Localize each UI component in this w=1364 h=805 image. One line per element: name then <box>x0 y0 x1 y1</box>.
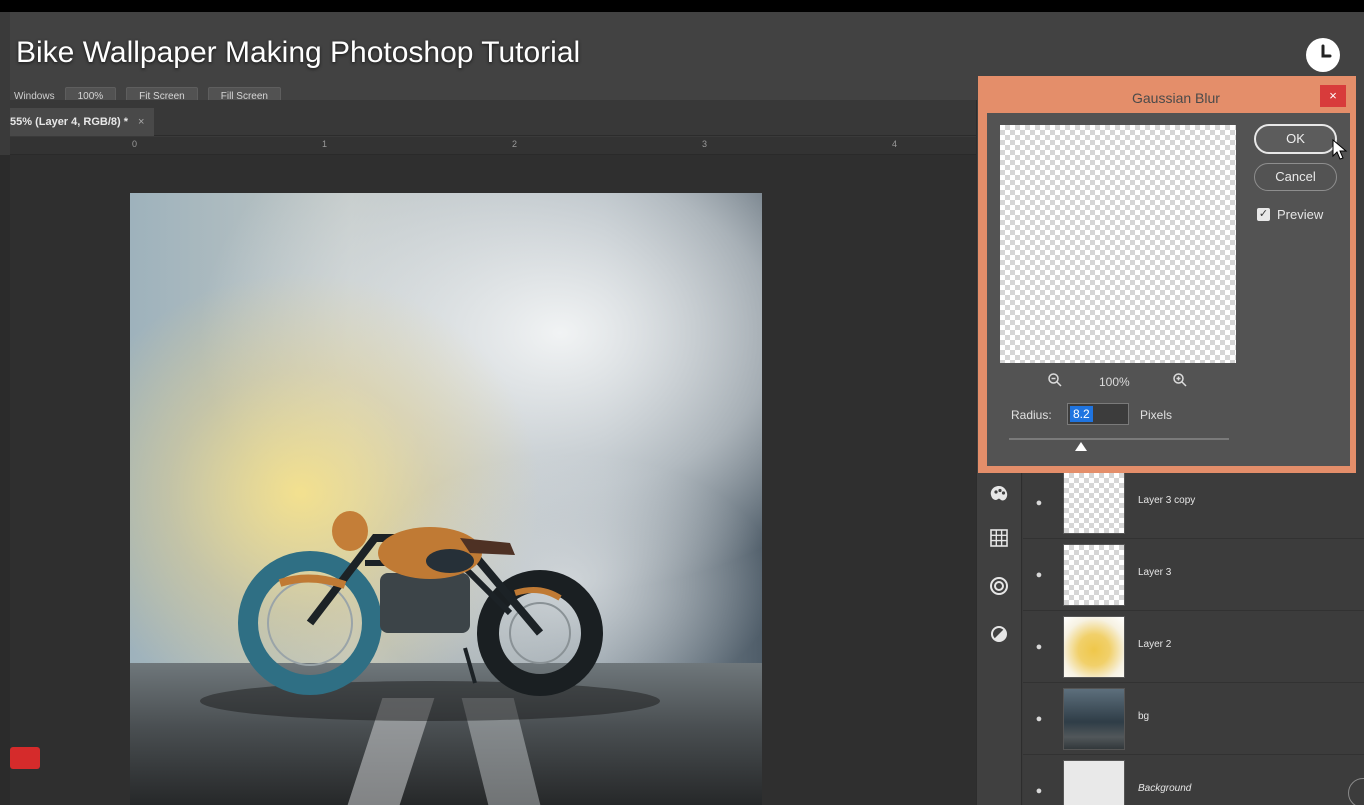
ruler-tick-0: 0 <box>132 139 138 149</box>
eye-icon[interactable]: ● <box>1031 495 1047 511</box>
gaussian-blur-dialog: Gaussian Blur × 100% Radius: 8.2 Pixels … <box>987 83 1350 466</box>
ok-button[interactable]: OK <box>1254 124 1337 154</box>
radius-units: Pixels <box>1140 408 1173 422</box>
blur-preview[interactable] <box>1000 125 1236 363</box>
vertical-ruler <box>0 155 10 805</box>
layer-name: bg <box>1138 711 1150 722</box>
radius-input[interactable]: 8.2 <box>1067 403 1129 425</box>
zoom-level: 100% <box>1099 375 1130 389</box>
close-icon[interactable]: × <box>1320 85 1346 107</box>
creative-cloud-icon[interactable] <box>987 574 1011 598</box>
radius-slider-track[interactable] <box>1009 438 1229 440</box>
radius-slider-thumb[interactable] <box>1075 442 1087 451</box>
palette-glyph <box>990 486 1008 501</box>
layer-row[interactable]: ● bg <box>1023 683 1364 755</box>
cursor-glyph <box>1332 138 1348 160</box>
cancel-button[interactable]: Cancel <box>1254 163 1337 191</box>
dialog-title: Gaussian Blur <box>1132 90 1220 106</box>
document-canvas[interactable] <box>130 193 762 805</box>
ruler-tick-1: 1 <box>322 139 328 149</box>
clock-glyph <box>1308 40 1338 70</box>
dialog-titlebar[interactable]: Gaussian Blur × <box>987 83 1350 113</box>
grid-glyph <box>990 529 1008 547</box>
dialog-body: 100% Radius: 8.2 Pixels OK Cancel ✓ Prev… <box>987 113 1350 466</box>
eye-icon[interactable]: ● <box>1031 711 1047 727</box>
ruler-tick-2: 2 <box>512 139 518 149</box>
zoom-in-icon[interactable] <box>1172 372 1188 391</box>
layer-thumbnail <box>1063 472 1125 534</box>
layer-name: Layer 3 <box>1138 567 1172 578</box>
photoshop-window: Windows 100% Fit Screen Fill Screen Bike… <box>0 0 1364 805</box>
palette-icon[interactable] <box>987 482 1011 506</box>
zoom-out-glyph <box>1048 373 1062 387</box>
ruler-tick-4: 4 <box>892 139 898 149</box>
zoom-in-glyph <box>1173 373 1187 387</box>
document-tab-bar: 55% (Layer 4, RGB/8) * × <box>10 100 976 136</box>
zoom-out-icon[interactable] <box>1047 372 1063 391</box>
eye-icon[interactable]: ● <box>1031 783 1047 799</box>
video-title[interactable]: Bike Wallpaper Making Photoshop Tutorial <box>16 36 580 70</box>
radius-label: Radius: <box>1011 408 1052 422</box>
document-tab-label: 55% (Layer 4, RGB/8) * <box>10 116 128 128</box>
video-progress-marker[interactable] <box>10 747 40 769</box>
motorcycle-illustration <box>200 511 660 721</box>
layer-row[interactable]: ● Layer 3 <box>1023 539 1364 611</box>
document-tab[interactable]: 55% (Layer 4, RGB/8) * × <box>10 108 155 136</box>
video-top-bar <box>0 0 1364 12</box>
layer-thumbnail <box>1063 688 1125 750</box>
layer-row[interactable]: ● Layer 2 <box>1023 611 1364 683</box>
layer-thumbnail <box>1063 616 1125 678</box>
preview-checkbox[interactable]: ✓ <box>1257 208 1270 221</box>
mouse-cursor-icon <box>1332 138 1348 161</box>
eye-icon[interactable]: ● <box>1031 639 1047 655</box>
layer-row[interactable]: ● Layer 3 copy <box>1023 467 1364 539</box>
layer-name: Layer 3 copy <box>1138 495 1196 506</box>
layer-thumbnail <box>1063 544 1125 606</box>
eye-icon[interactable]: ● <box>1031 567 1047 583</box>
ruler-tick-3: 3 <box>702 139 708 149</box>
layer-row[interactable]: ● Background <box>1023 755 1364 805</box>
grid-icon[interactable] <box>987 526 1011 550</box>
document-tab-close-icon[interactable]: × <box>138 116 144 128</box>
adjustment-glyph <box>991 626 1007 642</box>
creative-cloud-glyph <box>990 577 1008 595</box>
layer-thumbnail <box>1063 760 1125 805</box>
preview-label: Preview <box>1277 207 1324 222</box>
horizontal-ruler: 0 1 2 3 4 <box>10 137 976 155</box>
adjustment-icon[interactable] <box>987 622 1011 646</box>
layer-name: Background <box>1138 783 1192 794</box>
layer-name: Layer 2 <box>1138 639 1172 650</box>
radius-value: 8.2 <box>1070 406 1093 422</box>
clock-icon[interactable] <box>1306 38 1340 72</box>
